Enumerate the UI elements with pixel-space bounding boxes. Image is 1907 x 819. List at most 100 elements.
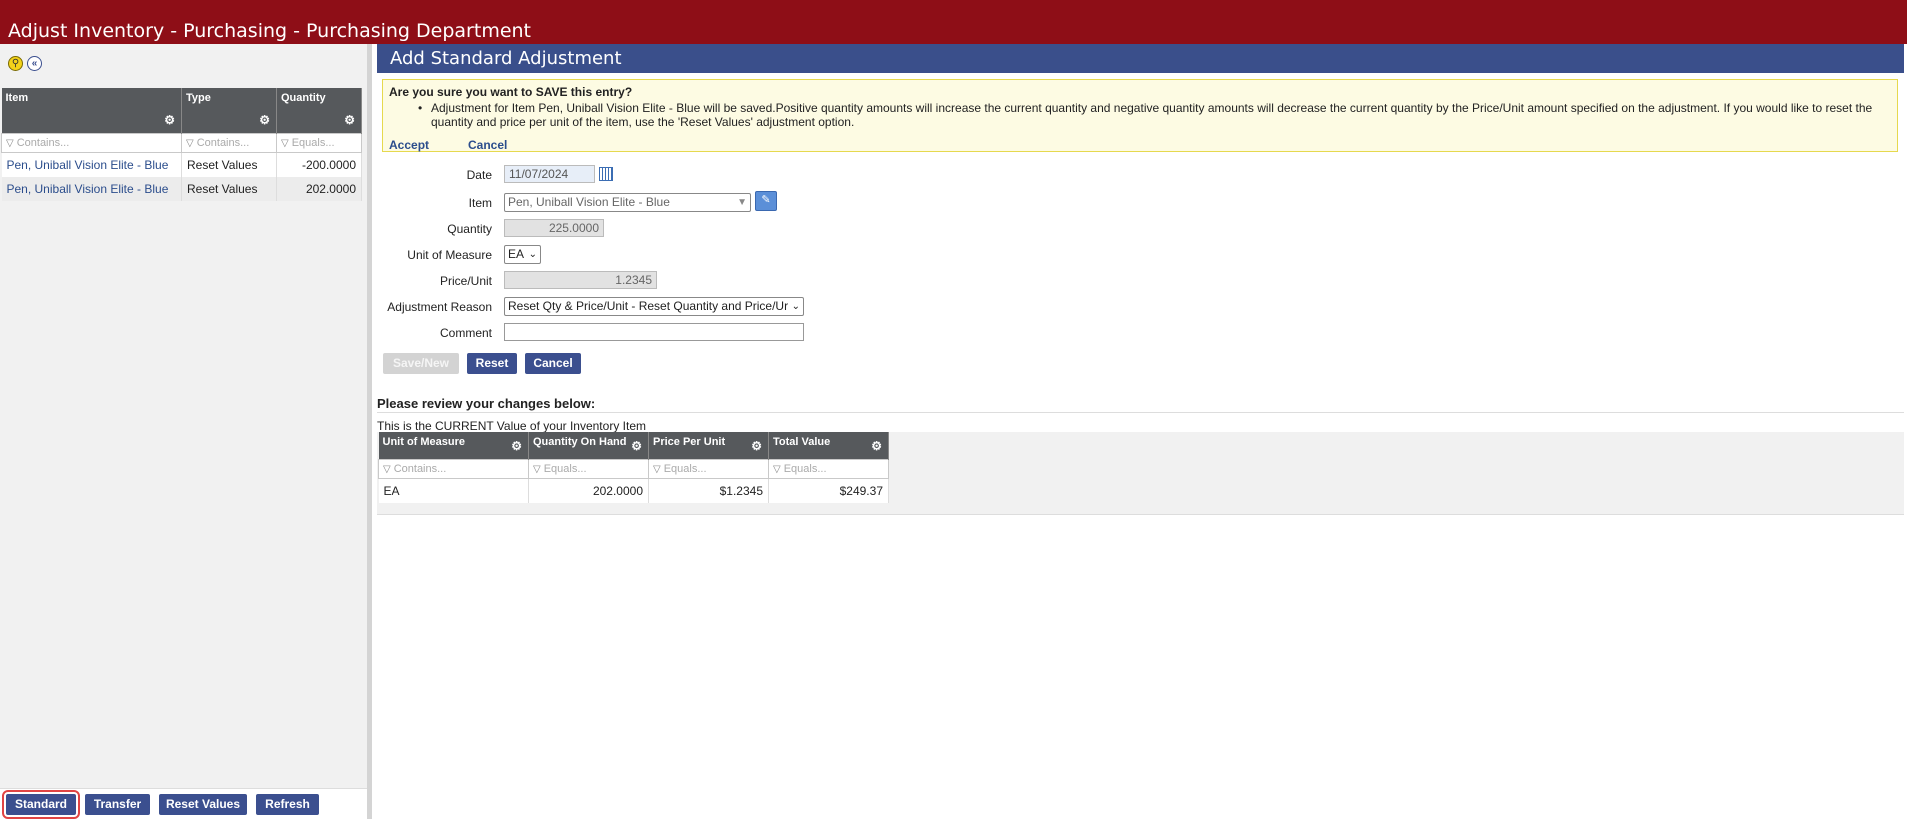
item-label: Item [468, 196, 492, 210]
left-panel: ⚲ « Item ⚙ Type ⚙ Quantity ⚙ ▽ Contains... ▽… [0, 44, 372, 819]
row-quantity: -200.0000 [276, 152, 362, 177]
dropdown-arrow-icon: ▼ [737, 197, 747, 208]
comment-label: Comment [439, 326, 492, 340]
filter-placeholder: Equals... [291, 136, 335, 149]
row-uom: EA [378, 478, 529, 503]
gear-icon[interactable]: ⚙ [344, 113, 355, 127]
adjustments-grid: Item ⚙ Type ⚙ Quantity ⚙ ▽ Contains... ▽ Cont… [1, 88, 362, 201]
uom-label: Unit of Measure [407, 248, 492, 262]
price-field[interactable]: 1.2345 [504, 271, 657, 289]
column-header-label: Quantity [281, 92, 326, 104]
row-qty-on-hand: 202.0000 [528, 478, 649, 503]
standard-button[interactable]: Standard [2, 790, 80, 819]
filter-placeholder: Contains... [196, 136, 250, 149]
column-header-label: Unit of Measure [382, 436, 466, 448]
reason-select-value: Reset Qty & Price/Unit - Reset Quantity … [508, 299, 789, 313]
gear-icon[interactable]: ⚙ [871, 439, 882, 453]
date-label: Date [466, 168, 492, 182]
column-header-type[interactable]: Type ⚙ [181, 88, 277, 133]
current-value-label: This is the CURRENT Value of your Invent… [377, 419, 646, 433]
chevron-down-icon: ⌄ [528, 249, 537, 260]
confirm-message: Adjustment for Item Pen, Uniball Vision … [431, 101, 1873, 129]
right-panel: Add Standard Adjustment Are you sure you… [377, 44, 1904, 819]
reset-values-button[interactable]: Reset Values [159, 794, 247, 815]
table-row[interactable]: Pen, Uniball Vision Elite - Blue Reset V… [1, 176, 362, 201]
reason-label: Adjustment Reason [387, 300, 492, 314]
row-type: Reset Values [181, 176, 277, 201]
filter-placeholder: Contains... [16, 136, 70, 149]
price-label: Price/Unit [439, 274, 492, 288]
row-total-value: $249.37 [768, 478, 889, 503]
cancel-link[interactable]: Cancel [468, 138, 507, 152]
filter-icon: ▽ [773, 463, 781, 475]
chevron-down-icon: ⌄ [790, 298, 800, 315]
column-header-item[interactable]: Item ⚙ [1, 88, 182, 133]
filter-total[interactable]: ▽ Equals... [768, 458, 889, 479]
review-grid: Unit of Measure ⚙ Quantity On Hand ⚙ Price… [378, 432, 889, 503]
column-header-price-per-unit[interactable]: Price Per Unit ⚙ [648, 432, 769, 459]
bullet-icon: • [418, 101, 423, 115]
filter-quantity[interactable]: ▽ Equals... [276, 132, 362, 153]
search-icon[interactable]: ⚲ [8, 56, 23, 71]
filter-placeholder: Equals... [783, 462, 827, 475]
column-header-uom[interactable]: Unit of Measure ⚙ [378, 432, 529, 459]
gear-icon[interactable]: ⚙ [164, 113, 175, 127]
column-header-total-value[interactable]: Total Value ⚙ [768, 432, 889, 459]
date-field[interactable]: 11/07/2024 [504, 165, 595, 183]
item-select[interactable]: Pen, Uniball Vision Elite - Blue ▼ [504, 193, 751, 212]
review-grid-area: Unit of Measure ⚙ Quantity On Hand ⚙ Price… [377, 432, 1904, 515]
quantity-field[interactable]: 225.0000 [504, 219, 604, 237]
row-type: Reset Values [181, 152, 277, 177]
filter-type[interactable]: ▽ Contains... [181, 132, 277, 153]
quantity-label: Quantity [447, 222, 492, 236]
collapse-icon[interactable]: « [27, 56, 42, 71]
filter-placeholder: Equals... [543, 462, 587, 475]
filter-icon: ▽ [533, 463, 541, 475]
filter-icon: ▽ [281, 137, 289, 149]
row-item-link[interactable]: Pen, Uniball Vision Elite - Blue [1, 152, 182, 177]
gear-icon[interactable]: ⚙ [631, 439, 642, 453]
column-header-label: Quantity On Hand [533, 436, 627, 448]
uom-select-value: EA [508, 247, 525, 261]
filter-qty[interactable]: ▽ Equals... [528, 458, 649, 479]
left-toolbar: ⚲ « [8, 56, 42, 71]
filter-price[interactable]: ▽ Equals... [648, 458, 769, 479]
window-title: Adjust Inventory - Purchasing - Purchasi… [8, 20, 532, 42]
transfer-button[interactable]: Transfer [85, 794, 150, 815]
left-button-bar: Standard Transfer Reset Values Refresh [0, 788, 367, 819]
gear-icon[interactable]: ⚙ [511, 439, 522, 453]
column-header-quantity[interactable]: Quantity ⚙ [276, 88, 362, 133]
calendar-icon[interactable] [599, 167, 613, 181]
column-header-qty-on-hand[interactable]: Quantity On Hand ⚙ [528, 432, 649, 459]
gear-icon[interactable]: ⚙ [259, 113, 270, 127]
accept-link[interactable]: Accept [389, 138, 429, 152]
confirm-box: Are you sure you want to SAVE this entry… [382, 79, 1898, 152]
cancel-button[interactable]: Cancel [525, 353, 581, 374]
row-quantity: 202.0000 [276, 176, 362, 201]
comment-field[interactable] [504, 323, 804, 341]
column-header-label: Total Value [773, 436, 831, 448]
reset-button[interactable]: Reset [467, 353, 517, 374]
save-new-button[interactable]: Save/New [383, 353, 459, 374]
table-row[interactable]: EA 202.0000 $1.2345 $249.37 [378, 478, 889, 503]
column-header-label: Type [186, 92, 211, 104]
column-header-label: Item [5, 92, 29, 104]
column-header-label: Price Per Unit [653, 436, 726, 448]
item-lookup-icon[interactable]: ✎ [755, 191, 777, 211]
refresh-button[interactable]: Refresh [256, 794, 319, 815]
filter-icon: ▽ [186, 137, 194, 149]
filter-icon: ▽ [6, 137, 14, 149]
item-select-value: Pen, Uniball Vision Elite - Blue [508, 195, 670, 209]
filter-uom[interactable]: ▽ Contains... [378, 458, 529, 479]
table-row[interactable]: Pen, Uniball Vision Elite - Blue Reset V… [1, 152, 362, 177]
filter-placeholder: Contains... [393, 462, 447, 475]
panel-title: Add Standard Adjustment [377, 44, 1904, 73]
filter-item[interactable]: ▽ Contains... [1, 132, 182, 153]
uom-select[interactable]: EA ⌄ [504, 245, 541, 264]
row-item-link[interactable]: Pen, Uniball Vision Elite - Blue [1, 176, 182, 201]
row-price-per-unit: $1.2345 [648, 478, 769, 503]
filter-placeholder: Equals... [663, 462, 707, 475]
reason-select[interactable]: Reset Qty & Price/Unit - Reset Quantity … [504, 297, 804, 316]
gear-icon[interactable]: ⚙ [751, 439, 762, 453]
filter-icon: ▽ [653, 463, 661, 475]
